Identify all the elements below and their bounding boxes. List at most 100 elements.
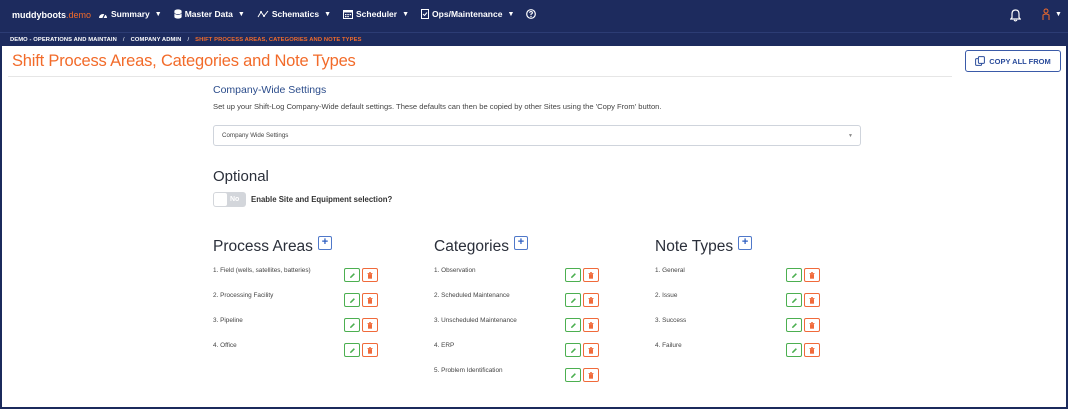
- delete-button[interactable]: [362, 343, 378, 357]
- edit-button[interactable]: [344, 343, 360, 357]
- trash-icon: [588, 371, 594, 379]
- user-menu[interactable]: ▼: [1042, 8, 1062, 21]
- row-actions: [565, 343, 599, 357]
- list-item-label: 2. Processing Facility: [213, 292, 274, 299]
- categories-section: Categories + 1. Observation 2. Scheduled …: [434, 236, 614, 391]
- trash-icon: [367, 271, 373, 279]
- delete-button[interactable]: [583, 343, 599, 357]
- optional-heading: Optional: [213, 168, 269, 185]
- edit-button[interactable]: [565, 343, 581, 357]
- delete-button[interactable]: [583, 318, 599, 332]
- list-item: 3. Unscheduled Maintenance: [434, 316, 614, 341]
- settings-scope-value: Company Wide Settings: [222, 132, 289, 139]
- process-areas-heading: Process Areas: [213, 238, 313, 255]
- process-areas-header: Process Areas +: [213, 236, 393, 258]
- delete-button[interactable]: [804, 293, 820, 307]
- toggle-value: No: [230, 196, 240, 203]
- list-item-label: 3. Unscheduled Maintenance: [434, 317, 517, 324]
- nav-master-data-label: Master Data: [184, 9, 233, 19]
- nav-schematics[interactable]: Schematics ▼: [257, 9, 331, 19]
- list-item-label: 3. Pipeline: [213, 317, 243, 324]
- site-equipment-toggle[interactable]: No: [213, 192, 246, 207]
- trash-icon: [809, 321, 815, 329]
- nav-summary-label: Summary: [111, 9, 150, 19]
- list-item-label: 4. Failure: [655, 342, 682, 349]
- list-item: 4. ERP: [434, 341, 614, 366]
- nav-summary[interactable]: Summary ▼: [98, 9, 162, 19]
- divider: [8, 76, 952, 77]
- edit-button[interactable]: [344, 318, 360, 332]
- calendar-icon: [343, 10, 353, 19]
- chevron-down-icon: ▼: [507, 10, 515, 18]
- settings-scope-select[interactable]: Company Wide Settings ▼: [213, 125, 861, 146]
- row-actions: [565, 268, 599, 282]
- company-wide-settings-description: Set up your Shift-Log Company-Wide defau…: [213, 102, 662, 111]
- nav-ops-maintenance[interactable]: Ops/Maintenance ▼: [421, 9, 514, 19]
- brand-name: muddyboots: [12, 10, 66, 20]
- delete-button[interactable]: [804, 318, 820, 332]
- edit-button[interactable]: [786, 293, 802, 307]
- pencil-icon: [791, 322, 797, 328]
- nav-scheduler[interactable]: Scheduler ▼: [343, 9, 409, 19]
- user-avatar-icon: [1042, 8, 1050, 20]
- edit-button[interactable]: [786, 268, 802, 282]
- edit-button[interactable]: [786, 343, 802, 357]
- list-item-label: 4. ERP: [434, 342, 455, 349]
- trash-icon: [809, 346, 815, 354]
- pencil-icon: [349, 297, 355, 303]
- row-actions: [344, 343, 378, 357]
- brand-logo[interactable]: muddyboots.demo: [12, 10, 91, 20]
- chevron-down-icon: ▼: [237, 10, 245, 18]
- delete-button[interactable]: [583, 268, 599, 282]
- copy-all-from-button[interactable]: COPY ALL FROM: [965, 50, 1061, 72]
- row-actions: [565, 368, 599, 382]
- help-icon: [526, 9, 537, 19]
- brand-suffix: .demo: [66, 10, 92, 20]
- trash-icon: [588, 296, 594, 304]
- add-process-area-button[interactable]: +: [317, 236, 332, 250]
- delete-button[interactable]: [362, 318, 378, 332]
- edit-button[interactable]: [565, 268, 581, 282]
- edit-button[interactable]: [565, 293, 581, 307]
- copy-all-from-label: COPY ALL FROM: [989, 56, 1051, 66]
- help-button[interactable]: [526, 9, 537, 19]
- checklist-icon: [421, 9, 430, 19]
- row-actions: [786, 318, 820, 332]
- delete-button[interactable]: [804, 268, 820, 282]
- list-item: 2. Scheduled Maintenance: [434, 291, 614, 316]
- chevron-down-icon: ▼: [402, 10, 410, 18]
- chevron-down-icon: ▼: [848, 133, 853, 139]
- chevron-down-icon: ▼: [154, 10, 162, 18]
- row-actions: [565, 293, 599, 307]
- edit-button[interactable]: [344, 293, 360, 307]
- edit-button[interactable]: [786, 318, 802, 332]
- nav-master-data[interactable]: Master Data ▼: [173, 9, 245, 19]
- edit-button[interactable]: [565, 368, 581, 382]
- delete-button[interactable]: [362, 293, 378, 307]
- breadcrumb-item-current: SHIFT PROCESS AREAS, CATEGORIES AND NOTE…: [195, 36, 362, 43]
- row-actions: [344, 293, 378, 307]
- bell-icon: [1009, 9, 1022, 22]
- pencil-icon: [570, 272, 576, 278]
- delete-button[interactable]: [583, 368, 599, 382]
- delete-button[interactable]: [583, 293, 599, 307]
- add-note-type-button[interactable]: +: [738, 236, 753, 250]
- notifications-button[interactable]: [1009, 9, 1022, 27]
- breadcrumb-item-company-admin[interactable]: COMPANY ADMIN: [131, 37, 182, 43]
- list-item: 4. Failure: [655, 341, 835, 366]
- breadcrumb-separator: /: [187, 36, 190, 43]
- edit-button[interactable]: [565, 318, 581, 332]
- list-item: 1. General: [655, 266, 835, 291]
- delete-button[interactable]: [362, 268, 378, 282]
- row-actions: [786, 343, 820, 357]
- trash-icon: [367, 346, 373, 354]
- main-nav: Summary ▼ Master Data ▼ Schematics ▼ Schedu…: [98, 9, 537, 19]
- pencil-icon: [570, 297, 576, 303]
- trash-icon: [588, 321, 594, 329]
- edit-button[interactable]: [344, 268, 360, 282]
- breadcrumb-item-demo[interactable]: DEMO - OPERATIONS AND MAINTAIN: [10, 37, 117, 43]
- toggle-knob: [214, 193, 227, 206]
- note-types-header: Note Types +: [655, 236, 835, 258]
- delete-button[interactable]: [804, 343, 820, 357]
- add-category-button[interactable]: +: [513, 236, 528, 250]
